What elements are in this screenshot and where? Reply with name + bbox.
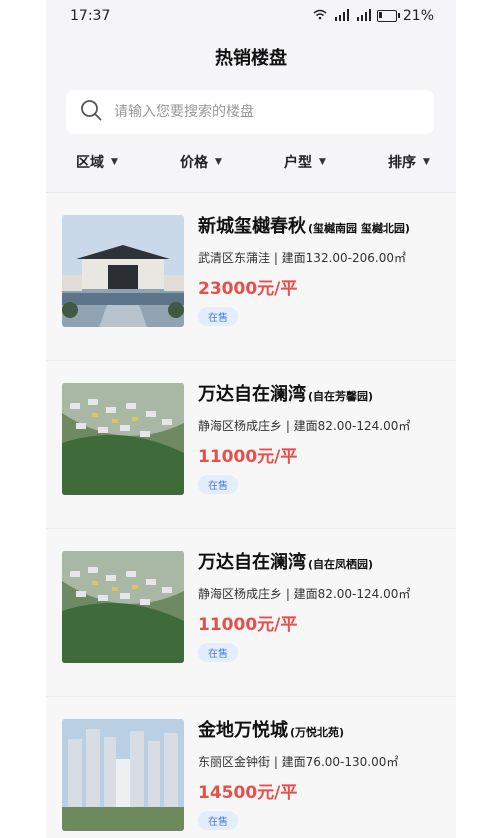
listing-card[interactable]: 万达自在澜湾 (自在芳馨园) 静海区杨成庄乡 | 建面82.00-124.00㎡ … bbox=[46, 361, 456, 529]
listing-card[interactable]: 万达自在澜湾 (自在凤栖园) 静海区杨成庄乡 | 建面82.00-124.00㎡ … bbox=[46, 529, 456, 697]
status-time: 17:37 bbox=[70, 8, 111, 24]
filter-price[interactable]: 价格 ▼ bbox=[180, 152, 222, 172]
filter-label: 户型 bbox=[284, 155, 313, 171]
status-badge: 在售 bbox=[198, 307, 238, 326]
listing-subname: (自在凤栖园) bbox=[308, 558, 374, 571]
listing-address: 静海区杨成庄乡 | 建面82.00-124.00㎡ bbox=[198, 587, 411, 601]
status-badge: 在售 bbox=[198, 475, 238, 494]
status-badge: 在售 bbox=[198, 811, 238, 830]
chevron-down-icon: ▼ bbox=[111, 157, 118, 167]
filter-label: 排序 bbox=[388, 155, 417, 171]
chevron-down-icon: ▼ bbox=[423, 157, 430, 167]
search-input[interactable] bbox=[112, 103, 416, 121]
listing-price: 23000元/平 bbox=[198, 279, 298, 299]
listing-price: 11000元/平 bbox=[198, 447, 298, 467]
battery-percent: 21% bbox=[402, 8, 434, 24]
filter-label: 区域 bbox=[76, 155, 104, 171]
filter-region[interactable]: 区域 ▼ bbox=[76, 152, 118, 172]
search-icon bbox=[80, 99, 102, 125]
listing-price: 11000元/平 bbox=[198, 615, 298, 635]
listing-name: 万达自在澜湾 (自在凤栖园) bbox=[198, 552, 374, 573]
listing-name: 万达自在澜湾 (自在芳馨园) bbox=[198, 384, 374, 405]
listing-subname: (万悦北苑) bbox=[290, 726, 345, 739]
wifi-icon bbox=[313, 8, 327, 24]
page-title: 热销楼盘 bbox=[215, 48, 287, 69]
battery-level bbox=[378, 12, 382, 18]
signal-icon-2 bbox=[355, 8, 371, 24]
phone-screen: 17:37 21% 热销楼盘 区域 ▼ 价格 ▼ bbox=[46, 0, 456, 838]
listing-list: 新城玺樾春秋 (玺樾南园 玺樾北园) 武清区东蒲洼 | 建面132.00-206.… bbox=[46, 192, 456, 838]
search-bar[interactable] bbox=[66, 90, 434, 134]
listing-image-courtyard bbox=[62, 215, 184, 327]
filter-layout[interactable]: 户型 ▼ bbox=[284, 152, 326, 172]
signal-icon-1 bbox=[333, 8, 349, 24]
listing-image-aerial bbox=[62, 551, 184, 663]
status-icons: 21% bbox=[313, 8, 434, 24]
listing-address: 东丽区金钟街 | 建面76.00-130.00㎡ bbox=[198, 755, 399, 769]
listing-address: 静海区杨成庄乡 | 建面82.00-124.00㎡ bbox=[198, 419, 411, 433]
status-bar: 17:37 21% bbox=[46, 0, 456, 32]
listing-card[interactable]: 金地万悦城 (万悦北苑) 东丽区金钟街 | 建面76.00-130.00㎡ 145… bbox=[46, 697, 456, 838]
filter-sort[interactable]: 排序 ▼ bbox=[388, 152, 430, 172]
filter-bar: 区域 ▼ 价格 ▼ 户型 ▼ 排序 ▼ bbox=[46, 140, 456, 184]
listing-price: 14500元/平 bbox=[198, 783, 298, 803]
listing-subname: (自在芳馨园) bbox=[308, 390, 374, 403]
chevron-down-icon: ▼ bbox=[319, 157, 326, 167]
listing-subname: (玺樾南园 玺樾北园) bbox=[308, 222, 410, 235]
listing-name: 金地万悦城 (万悦北苑) bbox=[198, 720, 345, 741]
battery-icon bbox=[376, 10, 400, 22]
filter-label: 价格 bbox=[180, 155, 209, 171]
chevron-down-icon: ▼ bbox=[215, 157, 222, 167]
listing-image-towers bbox=[62, 719, 184, 831]
listing-address: 武清区东蒲洼 | 建面132.00-206.00㎡ bbox=[198, 251, 406, 265]
listing-name: 新城玺樾春秋 (玺樾南园 玺樾北园) bbox=[198, 216, 410, 237]
listing-image-aerial bbox=[62, 383, 184, 495]
listing-card[interactable]: 新城玺樾春秋 (玺樾南园 玺樾北园) 武清区东蒲洼 | 建面132.00-206.… bbox=[46, 193, 456, 361]
status-badge: 在售 bbox=[198, 643, 238, 662]
